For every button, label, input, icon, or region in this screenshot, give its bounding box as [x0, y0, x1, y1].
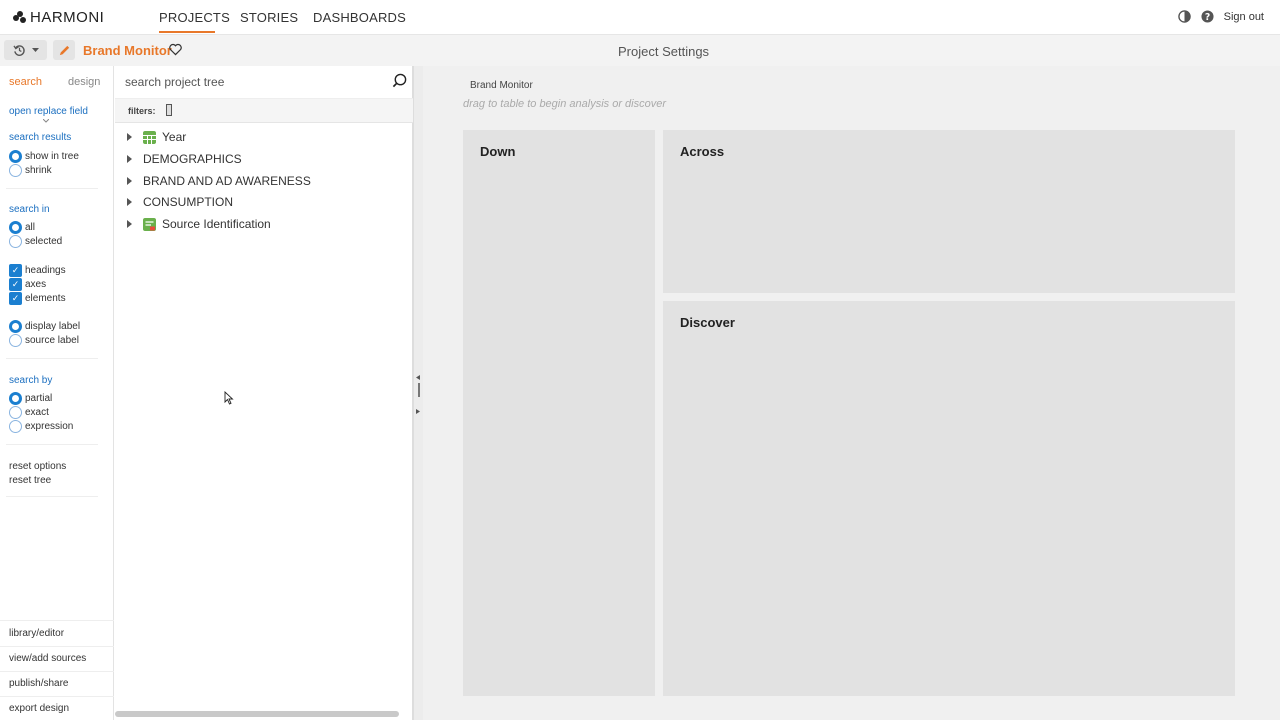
expand-arrow-icon[interactable]	[127, 220, 132, 228]
chevron-down-icon[interactable]	[43, 119, 49, 123]
expand-arrow-icon[interactable]	[127, 155, 132, 163]
tree-search-bar	[115, 66, 413, 98]
publish-share-link[interactable]: publish/share	[9, 678, 68, 689]
divider	[6, 358, 98, 359]
reset-tree-link[interactable]: reset tree	[9, 475, 51, 486]
radio-expression[interactable]: expression	[9, 420, 73, 433]
tree-item-demographics[interactable]: DEMOGRAPHICS	[127, 152, 242, 166]
nav-tab-stories[interactable]: STORIES	[240, 10, 298, 25]
divider	[0, 646, 114, 647]
reset-options-link[interactable]: reset options	[9, 461, 66, 472]
tab-search[interactable]: search	[9, 76, 42, 88]
radio-partial[interactable]: partial	[9, 392, 52, 405]
radio-display-label[interactable]: display label	[9, 320, 80, 333]
collapse-right-icon[interactable]	[416, 409, 421, 414]
radio-source-label[interactable]: source label	[9, 334, 79, 347]
tree-item-label: BRAND AND AD AWARENESS	[143, 174, 311, 188]
project-name[interactable]: Brand Monitor	[83, 43, 172, 58]
search-input[interactable]	[125, 73, 385, 91]
project-tree-pane: filters: Year DEMOGRAPHICS BRAND AND AD …	[115, 66, 413, 720]
tree-item-label: Source Identification	[162, 217, 271, 231]
search-results-heading: search results	[9, 132, 72, 143]
history-icon	[12, 44, 25, 56]
tree-item-year[interactable]: Year	[127, 130, 186, 144]
expand-arrow-icon[interactable]	[127, 133, 132, 141]
project-toolbar: Brand Monitor Project Settings	[0, 34, 1280, 66]
discover-drop-zone[interactable]: Discover	[663, 301, 1235, 696]
across-drop-zone[interactable]: Across	[663, 130, 1235, 293]
search-by-heading: search by	[9, 375, 53, 386]
search-options-pane: search design open replace field search …	[0, 66, 114, 720]
tree-item-consumption[interactable]: CONSUMPTION	[127, 195, 233, 209]
logo-text: HARMONI	[30, 9, 105, 26]
radio-selected[interactable]: selected	[9, 235, 62, 248]
tree-item-label: CONSUMPTION	[143, 195, 233, 209]
analysis-workspace: Brand Monitor drag to table to begin ana…	[423, 66, 1280, 720]
top-nav: HARMONI PROJECTS STORIES DASHBOARDS ? Si…	[0, 0, 1280, 34]
divider	[6, 444, 98, 445]
search-icon[interactable]	[392, 73, 407, 88]
filters-label: filters:	[128, 106, 156, 116]
divider	[0, 671, 114, 672]
panel-title-across: Across	[680, 144, 725, 159]
history-dropdown-button[interactable]	[4, 40, 47, 60]
radio-show-in-tree[interactable]: show in tree	[9, 150, 79, 163]
divider	[6, 496, 98, 497]
pane-splitter[interactable]	[413, 66, 423, 720]
table-icon	[143, 130, 156, 144]
pencil-icon	[59, 45, 69, 55]
nav-tab-dashboards[interactable]: DASHBOARDS	[313, 10, 406, 25]
filters-bar: filters:	[115, 98, 413, 123]
tree-item-source-identification[interactable]: Source Identification	[127, 217, 271, 231]
tree-item-label: Year	[162, 130, 187, 144]
tree-item-label: DEMOGRAPHICS	[143, 152, 242, 166]
workspace-hint: drag to table to begin analysis or disco…	[463, 98, 667, 110]
checkbox-axes[interactable]: ✓ axes	[9, 278, 46, 291]
panel-title-down: Down	[480, 144, 516, 159]
collapse-left-icon[interactable]	[416, 375, 421, 380]
page-title: Project Settings	[618, 44, 710, 59]
view-add-sources-link[interactable]: view/add sources	[9, 653, 86, 664]
contrast-icon[interactable]	[1178, 10, 1191, 23]
radio-shrink[interactable]: shrink	[9, 164, 52, 177]
sign-out-link[interactable]: Sign out	[1224, 11, 1264, 23]
chevron-down-icon	[31, 47, 39, 52]
splitter-handle[interactable]	[418, 383, 420, 397]
export-design-link[interactable]: export design	[9, 703, 69, 714]
library-editor-link[interactable]: library/editor	[9, 628, 64, 639]
checkbox-headings[interactable]: ✓ headings	[9, 264, 66, 277]
filter-input[interactable]	[166, 104, 172, 116]
down-drop-zone[interactable]: Down	[463, 130, 655, 696]
radio-exact[interactable]: exact	[9, 406, 49, 419]
search-in-heading: search in	[9, 204, 50, 215]
expand-arrow-icon[interactable]	[127, 177, 132, 185]
divider	[0, 620, 114, 621]
heart-icon[interactable]	[169, 43, 182, 56]
workspace-title: Brand Monitor	[470, 80, 533, 91]
edit-project-button[interactable]	[53, 40, 75, 60]
open-replace-field-link[interactable]: open replace field	[9, 106, 88, 117]
panel-title-discover: Discover	[680, 315, 735, 330]
tree-item-brand-and-ad-awareness[interactable]: BRAND AND AD AWARENESS	[127, 174, 311, 188]
source-icon	[143, 217, 156, 231]
svg-text:?: ?	[1205, 12, 1210, 23]
mouse-cursor-icon	[224, 391, 234, 405]
expand-arrow-icon[interactable]	[127, 198, 132, 206]
horizontal-scrollbar[interactable]	[115, 711, 399, 717]
harmoni-logo[interactable]: HARMONI	[13, 9, 104, 26]
checkbox-elements[interactable]: ✓ elements	[9, 292, 66, 305]
divider	[6, 188, 98, 189]
help-icon[interactable]: ?	[1201, 10, 1214, 23]
active-tab-indicator	[159, 31, 215, 33]
radio-all[interactable]: all	[9, 221, 35, 234]
nav-tab-projects[interactable]: PROJECTS	[159, 10, 230, 25]
tab-design[interactable]: design	[68, 76, 100, 88]
logo-mark-icon	[13, 10, 27, 25]
divider	[0, 696, 114, 697]
